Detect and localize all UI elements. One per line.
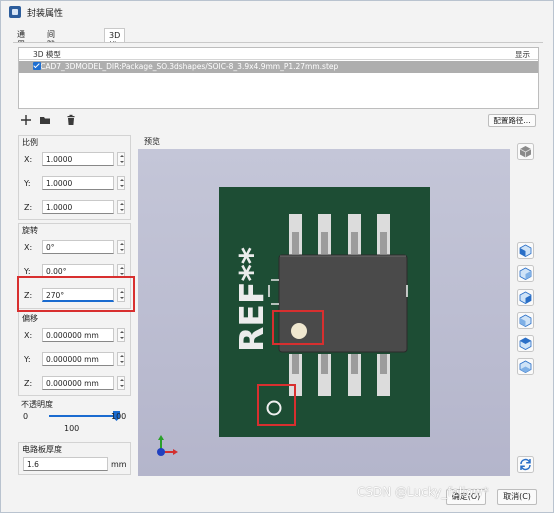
- board-thickness-unit: mm: [111, 460, 127, 469]
- scale-x-spinner[interactable]: [117, 152, 125, 166]
- offset-z-label: Z:: [24, 379, 33, 388]
- view-right-icon[interactable]: [517, 312, 534, 329]
- opacity-min-label: 0: [23, 412, 29, 421]
- offset-y-label: Y:: [24, 355, 31, 364]
- column-header-model: 3D 模型: [33, 50, 61, 59]
- add-model-icon[interactable]: [20, 114, 32, 126]
- offset-z-spinner[interactable]: [117, 376, 125, 390]
- scale-y-input[interactable]: 1.0000: [42, 176, 114, 190]
- rotation-x-label: X:: [24, 243, 33, 252]
- offset-title: 偏移: [22, 314, 38, 323]
- scale-y-spinner[interactable]: [117, 176, 125, 190]
- window-title: 封装属性: [27, 9, 64, 19]
- preview-label: 预览: [144, 137, 160, 146]
- scale-z-input[interactable]: 1.0000: [42, 200, 114, 214]
- tab-3d-models[interactable]: 3D 模型: [104, 28, 126, 60]
- offset-x-spinner[interactable]: [117, 328, 125, 342]
- table-row[interactable]: KICAD7_3DMODEL_DIR:Package_SO.3dshapes/S…: [19, 61, 538, 73]
- board-thickness-title: 电路板厚度: [22, 445, 62, 454]
- show-checkbox[interactable]: [33, 62, 41, 70]
- app-icon: [9, 6, 21, 18]
- watermark-text: CSDN @Lucky_fellow*: [357, 485, 489, 499]
- offset-y-input[interactable]: 0.000000 mm: [42, 352, 114, 366]
- scale-z-spinner[interactable]: [117, 200, 125, 214]
- scale-group: 比例 X: 1.0000 Y: 1.0000 Z: 1.0000: [18, 135, 131, 220]
- offset-y-spinner[interactable]: [117, 352, 125, 366]
- board-thickness-group: 电路板厚度 1.6 mm: [18, 442, 131, 475]
- view-top-icon[interactable]: [517, 335, 534, 352]
- offset-z-input[interactable]: 0.000000 mm: [42, 376, 114, 390]
- title-bar: 封装属性: [1, 1, 553, 23]
- rotation-z-highlight: [17, 276, 135, 312]
- model-path: KICAD7_3DMODEL_DIR:Package_SO.3dshapes/S…: [33, 62, 339, 71]
- rotation-title: 旋转: [22, 226, 38, 235]
- configure-paths-button[interactable]: 配置路径...: [488, 114, 536, 127]
- table-header: 3D 模型 显示: [19, 48, 538, 60]
- view-3d-cube-icon[interactable]: [517, 143, 534, 160]
- board-thickness-input[interactable]: 1.6: [23, 457, 108, 471]
- rotation-x-spinner[interactable]: [117, 240, 125, 254]
- opacity-slider-track[interactable]: [49, 415, 119, 417]
- tab-clearance-settings[interactable]: 间隙覆盖和设置: [43, 28, 59, 99]
- column-header-show: 显示: [515, 50, 530, 59]
- trash-icon[interactable]: [65, 114, 77, 126]
- scale-z-label: Z:: [24, 203, 33, 212]
- rotation-y-label: Y:: [24, 267, 31, 276]
- offset-x-label: X:: [24, 331, 33, 340]
- fiducial-highlight: [257, 384, 296, 426]
- scale-x-input[interactable]: 1.0000: [42, 152, 114, 166]
- dialog-window: 封装属性 通用 间隙覆盖和设置 3D 模型 3D 模型 显示 KICAD7_3D…: [0, 0, 554, 513]
- opacity-value: 100: [64, 424, 80, 433]
- pin1-highlight: [272, 310, 324, 345]
- offset-group: 偏移 X: 0.000000 mm Y: 0.000000 mm Z: 0.00…: [18, 311, 131, 396]
- scale-x-label: X:: [24, 155, 33, 164]
- rotation-x-input[interactable]: 0°: [42, 240, 114, 254]
- folder-icon[interactable]: [39, 114, 51, 126]
- cancel-button[interactable]: 取消(C): [497, 489, 537, 505]
- axis-triad-icon: [157, 435, 178, 456]
- view-bottom-icon[interactable]: [517, 358, 534, 375]
- opacity-group: 不透明度 0 100 100: [18, 398, 131, 437]
- view-back-icon[interactable]: [517, 265, 534, 282]
- opacity-max-label: 100: [111, 412, 127, 421]
- models-table: 3D 模型 显示 KICAD7_3DMODEL_DIR:Package_SO.3…: [18, 47, 539, 109]
- opacity-title: 不透明度: [21, 400, 53, 409]
- view-left-icon[interactable]: [517, 289, 534, 306]
- offset-x-input[interactable]: 0.000000 mm: [42, 328, 114, 342]
- scale-y-label: Y:: [24, 179, 31, 188]
- view-front-icon[interactable]: [517, 242, 534, 259]
- scale-title: 比例: [22, 138, 38, 147]
- tab-general[interactable]: 通用: [13, 28, 29, 49]
- reload-icon[interactable]: [517, 456, 534, 473]
